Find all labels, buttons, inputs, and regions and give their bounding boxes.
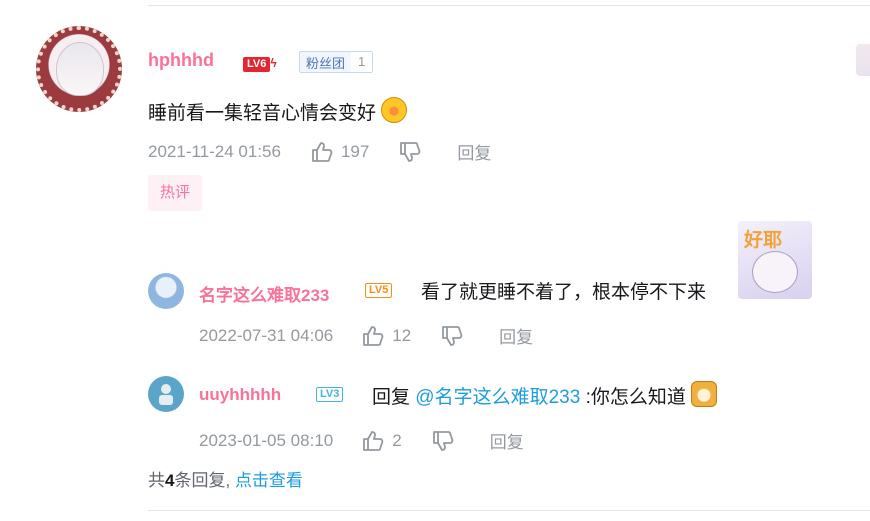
avatar-figure <box>161 384 171 394</box>
fan-badge-level: 1 <box>351 52 373 72</box>
avatar[interactable] <box>36 26 122 112</box>
reply-button[interactable]: 回复 <box>490 428 524 453</box>
like-count: 2 <box>392 430 402 450</box>
sticker-image: 好耶 <box>738 221 812 299</box>
sticker-character <box>752 251 798 293</box>
level-badge: LV5 <box>365 280 393 298</box>
shy-cat-emoji-icon <box>691 381 718 407</box>
side-decoration-image <box>856 44 870 76</box>
fan-badge[interactable]: 粉丝团 1 <box>299 51 374 73</box>
hot-comment-tag: 热评 <box>148 175 202 211</box>
mention-link[interactable]: @名字这么难取233 <box>415 387 580 408</box>
avatar-character <box>56 42 104 96</box>
comment-text-row: 睡前看一集轻音心情会变好 <box>148 97 408 125</box>
dislike-button[interactable] <box>399 141 421 162</box>
bottom-divider <box>148 510 870 511</box>
level-text: LV6 <box>243 57 271 72</box>
thumb-down-icon <box>400 141 421 162</box>
like-button[interactable]: 197 <box>311 142 369 162</box>
excited-emoji-icon <box>381 97 408 123</box>
reply-text: 看了就更睡不着了，根本停不下来 <box>421 282 707 303</box>
level-badge: LV6 ϟ <box>243 54 277 72</box>
like-count: 197 <box>340 141 370 161</box>
dislike-button[interactable] <box>432 430 454 451</box>
summary-prefix: 共 <box>148 471 165 490</box>
reply-timestamp: 2022-07-31 04:06 <box>199 325 334 345</box>
sticker-text: 好耶 <box>744 230 783 251</box>
level-text: LV5 <box>365 283 393 298</box>
reply-username[interactable]: 名字这么难取233 <box>199 281 329 306</box>
reply-text-row: 回复 @名字这么难取233 :你怎么知道 <box>372 381 718 409</box>
reply-meta: 2023-01-05 08:10 2 回复 <box>199 428 524 453</box>
level-badge: LV3 <box>316 384 344 402</box>
thumb-down-icon <box>432 430 453 451</box>
lightning-icon: ϟ <box>270 56 277 70</box>
reply-username[interactable]: uuyhhhhh <box>199 385 281 405</box>
like-button[interactable]: 12 <box>362 326 411 346</box>
thumb-up-icon <box>363 430 384 451</box>
thumb-down-icon <box>442 325 463 346</box>
thumb-up-icon <box>312 141 333 162</box>
dislike-button[interactable] <box>441 325 463 346</box>
comment-username[interactable]: hphhhd <box>148 50 214 71</box>
reply-prefix: 回复 <box>372 387 411 408</box>
reply-button[interactable]: 回复 <box>457 139 491 164</box>
view-replies-link[interactable]: 点击查看 <box>235 471 303 490</box>
reply-meta: 2022-07-31 04:06 12 回复 <box>199 323 533 348</box>
comment-meta: 2021-11-24 01:56 197 回复 <box>148 139 491 164</box>
comment-timestamp: 2021-11-24 01:56 <box>148 141 281 161</box>
reply-button[interactable]: 回复 <box>499 323 533 348</box>
top-divider <box>148 5 870 6</box>
summary-suffix: 条回复, <box>174 471 231 490</box>
reply-summary: 共4条回复, 点击查看 <box>148 466 303 491</box>
avatar[interactable] <box>148 273 184 309</box>
avatar-figure-body <box>159 395 173 405</box>
avatar[interactable] <box>148 376 184 412</box>
comment-text: 睡前看一集轻音心情会变好 <box>148 103 377 124</box>
reply-text: :你怎么知道 <box>585 387 686 408</box>
level-text: LV3 <box>316 387 344 402</box>
like-button[interactable]: 2 <box>362 430 402 451</box>
fan-badge-name: 粉丝团 <box>306 55 346 71</box>
reply-timestamp: 2023-01-05 08:10 <box>199 430 334 450</box>
like-count: 12 <box>392 325 412 345</box>
thumb-up-icon <box>363 325 384 346</box>
